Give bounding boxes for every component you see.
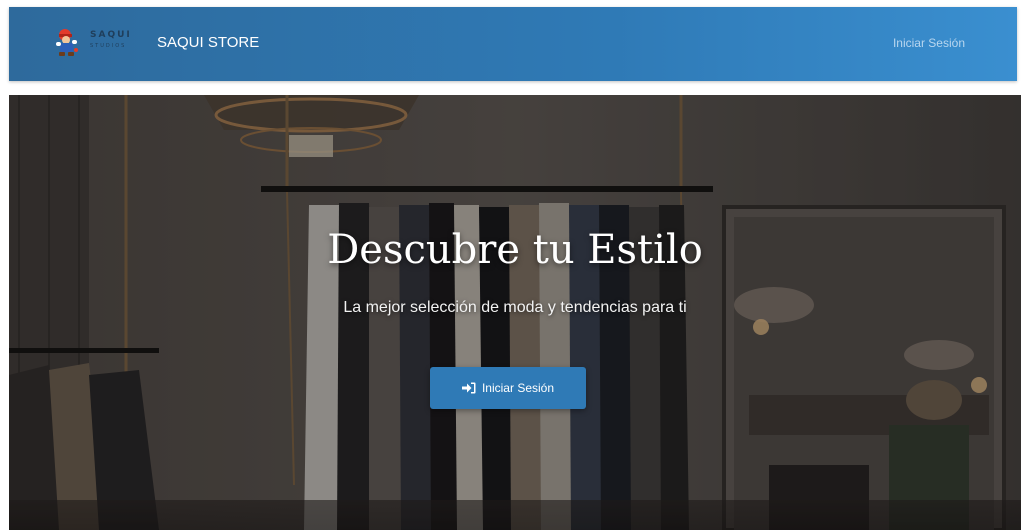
brand-logo[interactable]: SAQUI STUDIOS (51, 26, 155, 60)
hero-title: Descubre tu Estilo (327, 227, 703, 273)
logo-text: SAQUI (90, 30, 132, 40)
hero-login-button[interactable]: Iniciar Sesión (430, 367, 586, 409)
mascot-logo-icon (56, 29, 78, 56)
hero-section: Descubre tu Estilo La mejor selección de… (9, 95, 1021, 530)
hero-login-button-label: Iniciar Sesión (481, 381, 555, 395)
logo-subtext: STUDIOS (90, 43, 127, 49)
nav-login-link[interactable]: Iniciar Sesión (893, 36, 965, 50)
hero-subtitle: La mejor selección de moda y tendencias … (343, 299, 687, 316)
brand-name[interactable]: SAQUI STORE (157, 34, 259, 51)
sign-in-icon (461, 382, 476, 394)
top-navbar: SAQUI STUDIOS SAQUI STORE Iniciar Sesión (9, 7, 1017, 81)
